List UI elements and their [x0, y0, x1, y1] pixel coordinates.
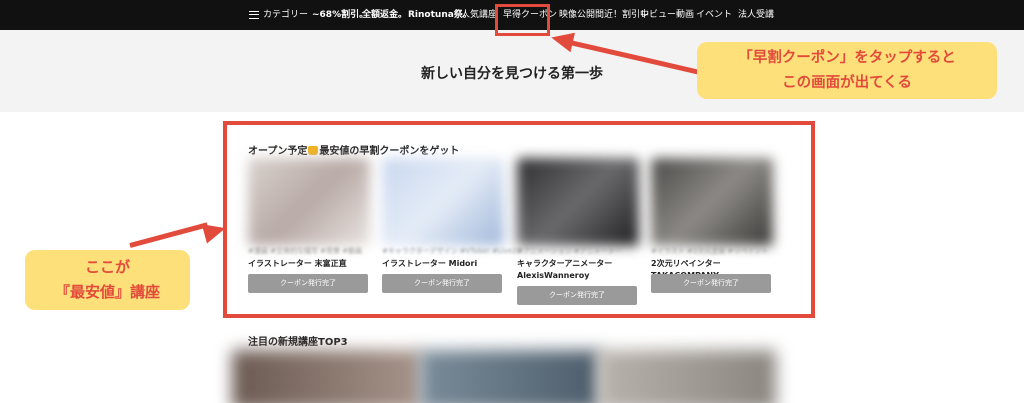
callout-top-line2: この画面が出てくる [782, 75, 912, 91]
callout-top: 「早割クーポン」をタップすると この画面が出てくる [697, 42, 997, 99]
callout-left-line1: ここが [84, 258, 130, 276]
nav-item-coming-soon[interactable]: 映像公開間近！割引中 [559, 0, 649, 30]
nav-item-review-video[interactable]: レビュー動画 [640, 0, 694, 30]
annotation-arrow-line [129, 222, 208, 248]
nav-category[interactable]: カテゴリー [263, 0, 308, 30]
highlight-box-nav-coupon [495, 4, 550, 36]
nav-item-refund[interactable]: 全額返金。 [362, 0, 407, 30]
course-thumbnail[interactable] [232, 350, 422, 403]
callout-left-line2: 『最安値』講座 [54, 283, 160, 301]
nav-item-popular[interactable]: 人気講座 [461, 0, 497, 30]
nav-item-discount[interactable]: ~68%割引。 [312, 0, 368, 30]
course-thumbnail[interactable] [598, 350, 776, 403]
nav-item-corporate[interactable]: 法人受講 [738, 0, 774, 30]
callout-left: ここが 『最安値』講座 [25, 250, 190, 310]
hamburger-icon[interactable] [249, 11, 259, 19]
highlight-box-coupon-courses [223, 121, 815, 318]
section-title-new-top3: 注目の新規講座TOP3 [248, 337, 348, 348]
nav-item-event[interactable]: イベント [696, 0, 732, 30]
course-thumbnail[interactable] [420, 350, 600, 403]
callout-top-line1: 「早割クーポン」をタップすると [738, 50, 956, 66]
